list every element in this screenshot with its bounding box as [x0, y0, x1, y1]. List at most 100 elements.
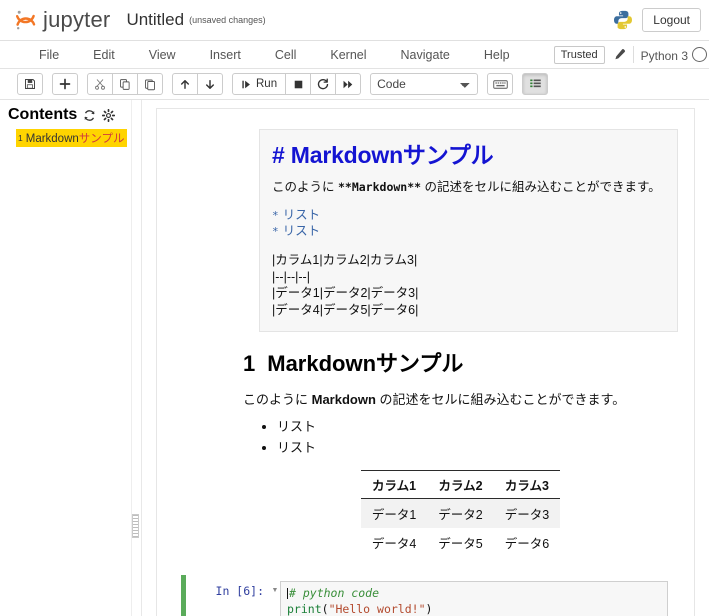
notebook-title[interactable]: Untitled — [126, 10, 184, 30]
menu-file[interactable]: File — [22, 42, 76, 68]
markdown-source-paragraph: このように **Markdown** の記述をセルに組み込むことができます。 — [272, 179, 665, 196]
toc-title: Contents — [8, 106, 78, 123]
rendered-heading-number: 1 — [243, 350, 256, 376]
notebook-toolbar: Run CodeMarkdownRaw NBConvertHeading — [0, 69, 709, 100]
code-function-token: print — [287, 602, 322, 616]
menubar-divider — [632, 46, 634, 63]
table-row: データ1 データ2 データ3 — [360, 498, 561, 528]
md-para-bold: **Markdown** — [337, 180, 422, 195]
toc-list: 1 Markdownサンプル — [8, 129, 131, 147]
sidebar-splitter[interactable] — [131, 100, 142, 616]
code-cell[interactable]: In [6]: ▼ # python code print("Hello wor… — [181, 574, 678, 616]
markdown-source-cell[interactable]: # Markdownサンプル このように **Markdown** の記述をセル… — [259, 129, 678, 332]
run-button-label: Run — [256, 78, 278, 90]
rendered-table-head: カラム1 カラム2 カラム3 — [360, 469, 561, 499]
cell-type-select[interactable]: CodeMarkdownRaw NBConvertHeading — [370, 73, 479, 95]
markdown-source-table-line: |データ1|データ2|データ3| — [272, 286, 419, 301]
pencil-icon[interactable] — [612, 48, 626, 62]
move-cell-down-button[interactable] — [197, 73, 223, 95]
save-button[interactable] — [17, 73, 43, 95]
rendered-heading-text: Markdownサンプル — [267, 350, 464, 376]
rendered-table-wrapper: カラム1 カラム2 カラム3 データ1 データ2 データ3 データ4 データ5 … — [243, 469, 678, 557]
chevron-down-icon[interactable]: ▼ — [270, 581, 280, 594]
md-para-after: の記述をセルに組み込むことができます。 — [421, 180, 661, 195]
markdown-source-heading: # Markdownサンプル — [272, 142, 494, 168]
md-bullet-asterisk: * — [272, 225, 279, 239]
code-editor[interactable]: # python code print("Hello world!") — [280, 580, 668, 616]
table-cell: データ5 — [438, 536, 483, 551]
toc-entry-label-suffix: サンプル — [78, 133, 125, 145]
code-line-print: print("Hello world!") — [287, 601, 661, 616]
code-paren-open: ( — [321, 602, 329, 616]
restart-and-run-all-button[interactable] — [335, 73, 362, 95]
code-string-token: "Hello world!" — [328, 602, 426, 616]
interrupt-kernel-button[interactable] — [285, 73, 312, 95]
toc-entry-markdown-sample[interactable]: 1 Markdownサンプル — [16, 129, 128, 147]
table-row: データ4 データ5 データ6 — [361, 528, 560, 557]
menu-navigate[interactable]: Navigate — [384, 42, 467, 68]
insert-cell-below-button[interactable] — [52, 73, 78, 95]
toc-entry-label: Markdown — [25, 133, 79, 145]
paste-button[interactable] — [137, 73, 163, 95]
toc-header: Contents — [8, 106, 131, 124]
notebook-scroll-area[interactable]: # Markdownサンプル このように **Markdown** の記述をセル… — [142, 100, 709, 616]
code-paren-close: ) — [425, 602, 433, 616]
markdown-source-list-item: * リスト — [272, 207, 665, 224]
cut-button[interactable] — [87, 73, 113, 95]
md-list-text: リスト — [282, 224, 321, 239]
markdown-source-table-block: |カラム1|カラム2|カラム3| |--|--|--| |データ1|データ2|デ… — [272, 252, 665, 319]
header-right-group: Logout — [612, 0, 701, 40]
markdown-source-table-line: |--|--|--| — [272, 269, 310, 284]
rendered-list: リスト リスト — [243, 416, 678, 456]
menu-cell[interactable]: Cell — [258, 42, 314, 68]
table-cell: データ3 — [504, 507, 550, 522]
jupyter-notebook-app: jupyter Untitled (unsaved changes) Logou… — [0, 0, 709, 616]
copy-button[interactable] — [112, 73, 138, 95]
menu-kernel[interactable]: Kernel — [313, 42, 383, 68]
restart-kernel-button[interactable] — [310, 73, 337, 95]
trusted-badge[interactable]: Trusted — [553, 45, 605, 64]
toolbar-group-run: Run — [232, 73, 362, 95]
table-header-cell: カラム2 — [427, 469, 494, 499]
menu-bar: File Edit View Insert Cell Kernel Naviga… — [0, 41, 709, 69]
notebook-paper: # Markdownサンプル このように **Markdown** の記述をセル… — [156, 108, 695, 616]
table-header-row: カラム1 カラム2 カラム3 — [360, 469, 561, 499]
refresh-icon[interactable] — [83, 109, 96, 122]
code-cell-input-row: In [6]: ▼ # python code print("Hello wor… — [186, 580, 678, 616]
markdown-source-table-line: |データ4|データ5|データ6| — [272, 303, 419, 318]
gear-icon[interactable] — [102, 108, 116, 122]
markdown-source-list-item: * リスト — [272, 223, 665, 240]
code-line-comment: # python code — [287, 585, 661, 601]
toc-list-item: 1 Markdownサンプル — [8, 129, 131, 147]
md-para-before: このように — [272, 180, 338, 195]
toolbar-group-save — [17, 73, 43, 95]
python-logo-icon — [612, 9, 634, 31]
keyboard-shortcuts-button[interactable] — [487, 73, 514, 95]
toc-entry-number: 1 — [18, 133, 23, 143]
menubar-right-group: Trusted Python 3 — [553, 41, 709, 68]
save-status-label: (unsaved changes) — [189, 15, 266, 25]
table-header-cell: カラム3 — [493, 469, 561, 499]
menu-help[interactable]: Help — [467, 42, 527, 68]
md-list-text: リスト — [282, 207, 321, 222]
table-cell: データ2 — [438, 507, 483, 522]
body-area: Contents 1 Markdownサンプル # Markdownサンプル こ… — [0, 100, 709, 616]
toc-toggle-button[interactable] — [522, 73, 549, 95]
logout-button[interactable]: Logout — [642, 8, 701, 32]
jupyter-logo[interactable]: jupyter — [14, 7, 110, 33]
move-cell-up-button[interactable] — [172, 73, 198, 95]
kernel-indicator[interactable]: Python 3 — [641, 46, 707, 63]
toolbar-group-clipboard — [87, 73, 163, 95]
splitter-drag-handle[interactable] — [132, 514, 139, 538]
menu-insert[interactable]: Insert — [193, 42, 258, 68]
rendered-paragraph: このように Markdown の記述をセルに組み込むことができます。 — [243, 389, 678, 408]
menu-edit[interactable]: Edit — [76, 42, 132, 68]
code-cell-prompt: In [6]: — [215, 583, 264, 598]
run-cell-button[interactable]: Run — [232, 73, 287, 95]
rendered-para-before: このように — [243, 391, 312, 407]
table-header-cell: カラム1 — [360, 469, 428, 499]
rendered-markdown-cell[interactable]: 1 Markdownサンプル このように Markdown の記述をセルに組み込む… — [243, 346, 678, 557]
menu-view[interactable]: View — [132, 42, 193, 68]
toolbar-group-insert — [52, 73, 78, 95]
rendered-heading: 1 Markdownサンプル — [243, 346, 678, 378]
